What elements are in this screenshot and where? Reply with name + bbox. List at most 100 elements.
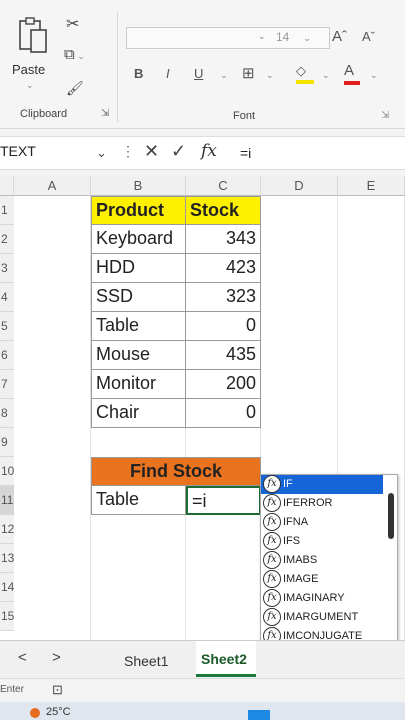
table-cell-stock[interactable]: 200 — [186, 370, 261, 399]
chevron-down-icon[interactable]: ⌄ — [26, 80, 34, 91]
autocomplete-item[interactable]: fx IMARGUMENT — [261, 608, 383, 627]
paste-button[interactable]: Paste ⌄ — [12, 16, 52, 96]
italic-button[interactable]: I — [166, 66, 170, 81]
next-sheet-button[interactable]: > — [52, 649, 61, 666]
font-color-button[interactable]: A — [344, 62, 362, 86]
select-all-corner[interactable] — [0, 176, 14, 196]
row-header-2[interactable]: 2 — [0, 225, 14, 254]
autocomplete-item-label: IMARGUMENT — [283, 611, 359, 623]
row-header-9[interactable]: 9 — [0, 428, 14, 457]
table-cell-stock[interactable]: 0 — [186, 312, 261, 341]
font-color-label: A — [344, 62, 355, 79]
font-size-value: 14 — [276, 30, 290, 44]
column-header-c[interactable]: C — [186, 176, 261, 196]
column-header-a[interactable]: A — [14, 176, 91, 196]
column-header-e[interactable]: E — [338, 176, 405, 196]
bold-button[interactable]: B — [134, 66, 143, 81]
find-stock-title[interactable]: Find Stock — [91, 457, 261, 486]
column-header-d[interactable]: D — [261, 176, 338, 196]
autocomplete-item[interactable]: fx IMAGINARY — [261, 589, 383, 608]
weather-icon — [30, 708, 40, 718]
font-size-box[interactable]: 14 ⌄ — [268, 27, 328, 47]
table-cell-product[interactable]: Table — [91, 312, 186, 341]
row-header-10[interactable]: 10 — [0, 457, 14, 486]
ribbon: Paste ⌄ ✂ ⧉ ⌄ 🖌 Clipboard ⇲ ⌄ 14 ⌄ Aˆ Aˇ … — [0, 0, 405, 129]
table-cell-stock[interactable]: 0 — [186, 399, 261, 428]
table-cell-product[interactable]: Chair — [91, 399, 186, 428]
chevron-down-icon[interactable]: ⌄ — [96, 145, 107, 161]
table-cell-product[interactable]: Keyboard — [91, 225, 186, 254]
autocomplete-item[interactable]: fx IF — [261, 475, 383, 494]
function-icon: fx — [263, 532, 281, 550]
dialog-launcher-icon[interactable]: ⇲ — [381, 110, 389, 121]
paste-icon — [19, 17, 47, 53]
row-header-3[interactable]: 3 — [0, 254, 14, 283]
function-icon: fx — [263, 589, 281, 607]
fill-color-icon[interactable]: ◇ — [296, 62, 314, 84]
function-icon: fx — [263, 608, 281, 626]
cancel-button[interactable]: ✕ — [144, 141, 159, 162]
function-icon: fx — [263, 475, 281, 493]
row-header-8[interactable]: 8 — [0, 399, 14, 428]
autocomplete-item[interactable]: fx IMAGE — [261, 570, 383, 589]
row-header-4[interactable]: 4 — [0, 283, 14, 312]
chevron-down-icon[interactable]: ⌄ — [370, 70, 378, 81]
row-header-5[interactable]: 5 — [0, 312, 14, 341]
row-header-1[interactable]: 1 — [0, 196, 14, 225]
header-stock[interactable]: Stock — [186, 196, 261, 225]
row-header-14[interactable]: 14 — [0, 573, 14, 602]
enter-button[interactable]: ✓ — [171, 141, 186, 162]
name-box[interactable]: TEXT — [0, 143, 36, 159]
table-cell-product[interactable]: SSD — [91, 283, 186, 312]
weather-temp: 25°C — [46, 706, 71, 718]
sheet-tab-sheet1[interactable]: Sheet1 — [124, 653, 168, 669]
group-divider — [117, 12, 118, 122]
chevron-down-icon[interactable]: ⌄ — [322, 70, 330, 81]
chevron-down-icon[interactable]: ⌄ — [258, 31, 266, 42]
table-cell-stock[interactable]: 435 — [186, 341, 261, 370]
table-cell-product[interactable]: Monitor — [91, 370, 186, 399]
row-header-6[interactable]: 6 — [0, 341, 14, 370]
copy-icon[interactable]: ⧉ ⌄ — [64, 46, 85, 63]
autocomplete-item[interactable]: fx IFNA — [261, 513, 383, 532]
table-cell-product[interactable]: Mouse — [91, 341, 186, 370]
chevron-down-icon[interactable]: ⌄ — [220, 70, 228, 81]
autocomplete-scrollbar[interactable] — [388, 493, 394, 539]
accessibility-icon[interactable]: ⊡ — [52, 682, 63, 698]
table-cell-product[interactable]: HDD — [91, 254, 186, 283]
lookup-key-cell[interactable]: Table — [91, 486, 186, 515]
column-header-b[interactable]: B — [91, 176, 186, 196]
table-cell-stock[interactable]: 343 — [186, 225, 261, 254]
underline-button[interactable]: U — [194, 66, 203, 81]
header-product[interactable]: Product — [91, 196, 186, 225]
prev-sheet-button[interactable]: < — [18, 649, 27, 666]
dialog-launcher-icon[interactable]: ⇲ — [101, 108, 109, 119]
paste-label: Paste — [12, 62, 46, 77]
row-header-15[interactable]: 15 — [0, 602, 14, 631]
autocomplete-item[interactable]: fx IFS — [261, 532, 383, 551]
formula-input[interactable]: =i — [240, 145, 251, 161]
function-icon: fx — [263, 551, 281, 569]
format-painter-icon[interactable]: 🖌 — [66, 80, 84, 97]
autocomplete-item-label: IFS — [283, 535, 301, 547]
insert-function-button[interactable]: fx — [201, 141, 217, 161]
increase-font-button[interactable]: Aˆ — [332, 28, 347, 45]
autocomplete-item-label: IMAGE — [283, 573, 319, 585]
windows-start-icon[interactable] — [248, 710, 270, 720]
autocomplete-item[interactable]: fx IFERROR — [261, 494, 383, 513]
function-icon: fx — [263, 494, 281, 512]
chevron-down-icon[interactable]: ⌄ — [266, 70, 274, 81]
row-header-12[interactable]: 12 — [0, 515, 14, 544]
decrease-font-button[interactable]: Aˇ — [362, 29, 375, 44]
active-cell-input[interactable]: =i — [186, 486, 261, 515]
sheet-tab-sheet2[interactable]: Sheet2 — [196, 641, 256, 677]
row-header-13[interactable]: 13 — [0, 544, 14, 573]
borders-icon[interactable]: ⊞ — [242, 64, 255, 82]
sheet-tab-bar: < > Sheet1 Sheet2 — [0, 640, 405, 679]
row-header-7[interactable]: 7 — [0, 370, 14, 399]
row-header-11[interactable]: 11 — [0, 486, 14, 515]
table-cell-stock[interactable]: 323 — [186, 283, 261, 312]
table-cell-stock[interactable]: 423 — [186, 254, 261, 283]
autocomplete-item[interactable]: fx IMABS — [261, 551, 383, 570]
cut-icon[interactable]: ✂ — [66, 14, 79, 34]
